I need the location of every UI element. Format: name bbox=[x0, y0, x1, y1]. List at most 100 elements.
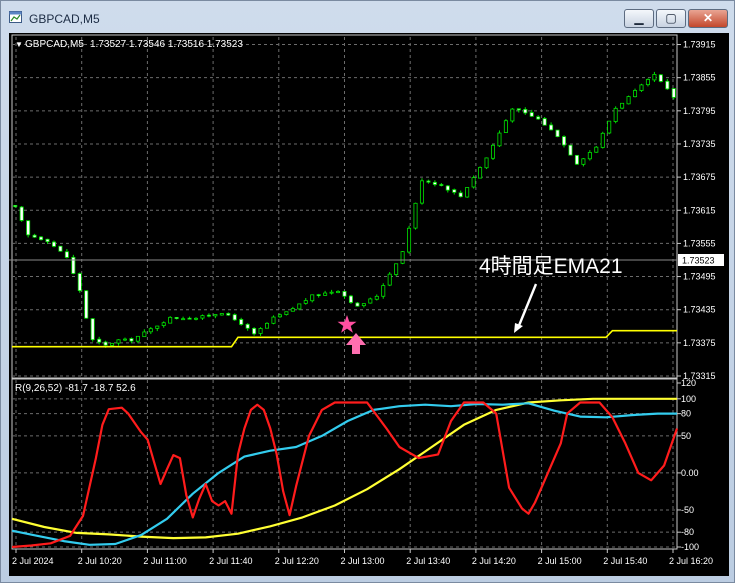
candle bbox=[316, 293, 321, 298]
candle bbox=[381, 283, 386, 299]
candle-body bbox=[77, 273, 82, 292]
candle-body bbox=[549, 124, 554, 131]
candle-body bbox=[465, 187, 470, 198]
candle-body bbox=[503, 120, 508, 133]
candle bbox=[600, 131, 605, 149]
candle-body bbox=[213, 314, 218, 317]
close-button[interactable]: ✕ bbox=[688, 9, 728, 28]
price-label: 1.73375 bbox=[683, 338, 716, 348]
candle bbox=[323, 290, 328, 296]
candle bbox=[633, 88, 638, 98]
candle bbox=[523, 107, 528, 115]
time-label: 2 Jul 16:20 bbox=[669, 556, 713, 566]
candle bbox=[258, 327, 263, 337]
candle-body bbox=[432, 181, 437, 185]
candle-body bbox=[290, 308, 295, 312]
osc-slow-line bbox=[11, 397, 677, 540]
candle-body bbox=[329, 291, 334, 294]
maximize-button[interactable]: ▢ bbox=[656, 9, 686, 28]
candle-body bbox=[265, 322, 270, 329]
candle-body bbox=[26, 220, 31, 236]
candle-body bbox=[626, 96, 631, 105]
candle-body bbox=[652, 74, 657, 81]
time-label: 2 Jul 2024 bbox=[12, 556, 54, 566]
candle bbox=[39, 236, 44, 241]
price-label: 1.73435 bbox=[683, 305, 716, 315]
candle-body bbox=[84, 290, 89, 319]
candle-body bbox=[122, 338, 127, 341]
indicator-header: R(9,26,52) -81.7 -18.7 52.6 bbox=[15, 383, 136, 394]
candle-body bbox=[355, 302, 360, 307]
title-bar[interactable]: GBPCAD,M5 ▁ ▢ ✕ bbox=[1, 1, 734, 33]
candle bbox=[581, 158, 586, 167]
time-label: 2 Jul 13:40 bbox=[406, 556, 450, 566]
candle-body bbox=[181, 318, 186, 321]
candle-body bbox=[484, 157, 489, 169]
candle bbox=[110, 342, 115, 347]
candle bbox=[71, 254, 76, 275]
candle bbox=[116, 339, 121, 346]
candle bbox=[400, 250, 405, 265]
candle bbox=[639, 83, 644, 92]
indicator-level-label: 0.00 bbox=[681, 468, 699, 478]
candle-body bbox=[510, 108, 515, 122]
price-label: 1.73735 bbox=[683, 139, 716, 149]
candle bbox=[161, 321, 166, 328]
candle-body bbox=[361, 303, 366, 307]
time-label: 2 Jul 15:40 bbox=[603, 556, 647, 566]
indicator-level-label: 50 bbox=[681, 431, 691, 441]
candle bbox=[484, 157, 489, 170]
candle-body bbox=[555, 129, 560, 138]
candle bbox=[490, 143, 495, 160]
candle-body bbox=[581, 158, 586, 165]
indicator-level-label: -50 bbox=[681, 505, 694, 515]
candle-body bbox=[439, 184, 444, 186]
candle bbox=[226, 312, 231, 316]
candle-body bbox=[516, 108, 521, 111]
candle-body bbox=[407, 227, 412, 253]
chart-menu-arrow[interactable]: ▼ bbox=[15, 40, 23, 49]
minimize-button[interactable]: ▁ bbox=[624, 9, 654, 28]
candle-body bbox=[187, 317, 192, 320]
candle-body bbox=[303, 300, 308, 304]
candle bbox=[310, 294, 315, 303]
candle bbox=[574, 154, 579, 165]
chart-symbol: GBPCAD,M5 bbox=[25, 39, 84, 50]
candle bbox=[181, 316, 186, 321]
price-label: 1.73555 bbox=[683, 238, 716, 248]
candle-body bbox=[542, 118, 547, 126]
candle-body bbox=[658, 74, 663, 82]
candle-body bbox=[342, 291, 347, 297]
candle bbox=[51, 240, 56, 248]
candle bbox=[155, 325, 160, 332]
candle bbox=[671, 88, 676, 100]
candle bbox=[452, 188, 457, 195]
candle bbox=[555, 129, 560, 138]
candle-body bbox=[155, 325, 160, 329]
candle-body bbox=[458, 192, 463, 198]
candle bbox=[355, 302, 360, 307]
candle-body bbox=[529, 112, 534, 117]
candle-body bbox=[258, 328, 263, 334]
candle bbox=[613, 106, 618, 124]
candle bbox=[562, 135, 567, 148]
candle-body bbox=[161, 322, 166, 326]
time-label: 2 Jul 11:40 bbox=[209, 556, 252, 566]
candle bbox=[587, 150, 592, 161]
chart-area[interactable]: ▼ GBPCAD,M5 1.73527 1.73546 1.73516 1.73… bbox=[9, 33, 729, 576]
candle-body bbox=[39, 236, 44, 241]
candle-body bbox=[90, 318, 95, 341]
candle-body bbox=[174, 317, 179, 319]
time-label: 2 Jul 10:20 bbox=[78, 556, 122, 566]
candle-body bbox=[232, 314, 237, 321]
chart-canvas[interactable]: ▼ GBPCAD,M5 1.73527 1.73546 1.73516 1.73… bbox=[9, 33, 729, 576]
candle-body bbox=[58, 245, 63, 252]
candle-body bbox=[671, 88, 676, 98]
candle-body bbox=[103, 341, 108, 346]
candle bbox=[168, 316, 173, 324]
candle-body bbox=[452, 189, 457, 193]
window-title: GBPCAD,M5 bbox=[29, 12, 100, 26]
candle-body bbox=[194, 317, 199, 320]
annotation-arrow-icon bbox=[514, 283, 538, 333]
candle bbox=[284, 311, 289, 316]
